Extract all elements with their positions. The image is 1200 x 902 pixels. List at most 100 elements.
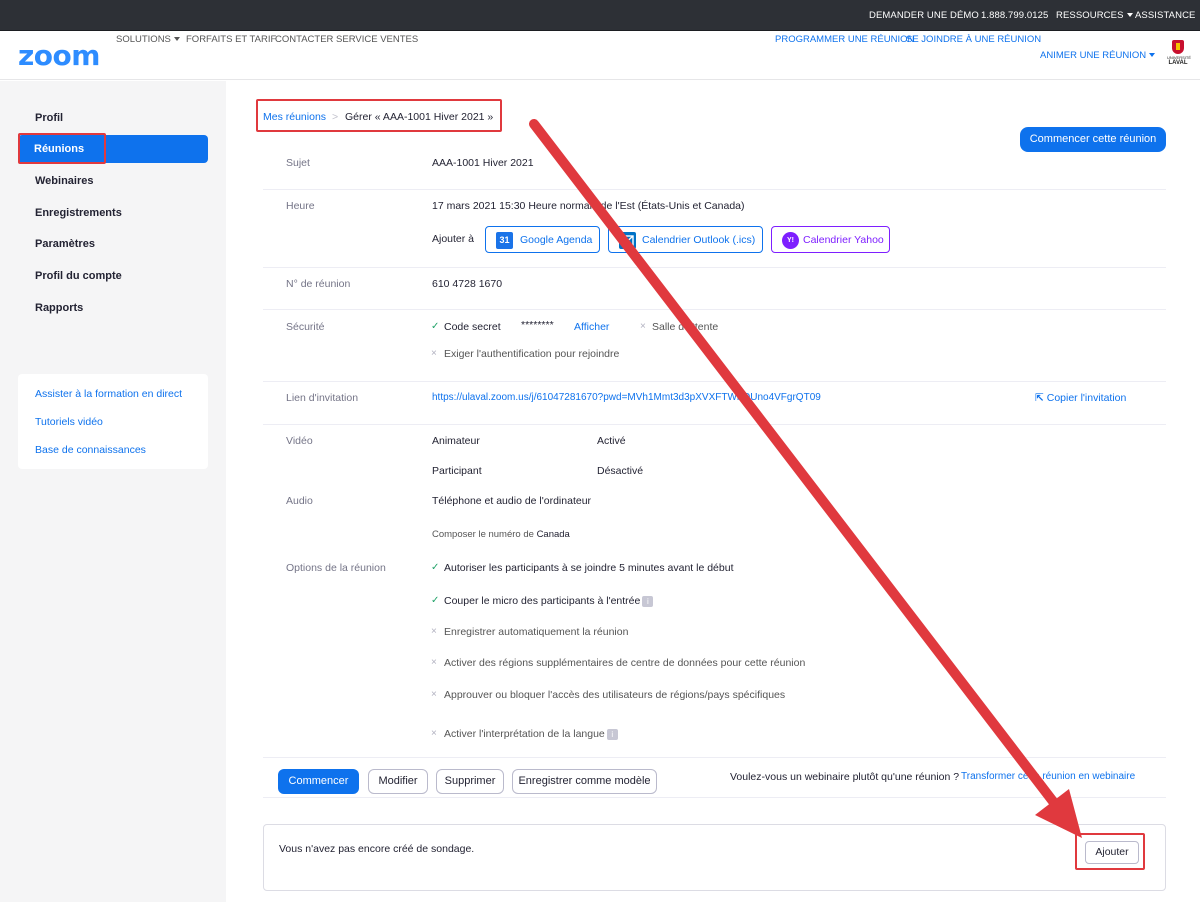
- divider: [263, 189, 1166, 190]
- sidebar-item-settings[interactable]: Paramètres: [35, 238, 95, 250]
- annotation-highlight-meetings: [18, 133, 106, 164]
- live-training-link[interactable]: Assister à la formation en direct: [35, 388, 182, 400]
- copy-invitation-link[interactable]: ⇱ Copier l'invitation: [1035, 392, 1126, 404]
- chevron-down-icon: [1149, 53, 1156, 58]
- poll-panel: Vous n'avez pas encore créé de sondage. …: [263, 824, 1166, 891]
- sidebar-item-reports[interactable]: Rapports: [35, 302, 83, 314]
- knowledge-base-link[interactable]: Base de connaissances: [35, 444, 146, 456]
- divider: [263, 381, 1166, 382]
- chevron-down-icon: [1126, 13, 1133, 18]
- info-icon[interactable]: i: [642, 595, 654, 607]
- audio-value: Téléphone et audio de l'ordinateur: [432, 495, 592, 507]
- google-calendar-label: Google Agenda: [520, 234, 593, 246]
- require-auth-label: Exiger l'authentification pour rejoindre: [444, 348, 620, 360]
- video-tutorials-link[interactable]: Tutoriels vidéo: [35, 416, 103, 428]
- yahoo-icon: Y!: [782, 232, 799, 249]
- option-auto-record: Enregistrer automatiquement la réunion: [444, 626, 629, 638]
- join-meeting-link[interactable]: SE JOINDRE À UNE RÉUNION: [906, 34, 1041, 45]
- annotation-highlight-add-button: [1075, 833, 1145, 870]
- sidebar-item-webinars[interactable]: Webinaires: [35, 175, 94, 187]
- contact-sales-link[interactable]: CONTACTER SERVICE VENTES: [275, 34, 418, 45]
- cross-icon: ×: [431, 626, 437, 637]
- meeting-id-value: 610 4728 1670: [432, 278, 503, 290]
- sidebar-item-recordings[interactable]: Enregistrements: [35, 207, 122, 219]
- divider: [263, 309, 1166, 310]
- google-calendar-button[interactable]: 31 Google Agenda: [485, 226, 600, 253]
- resources-menu[interactable]: RESSOURCES: [1056, 10, 1133, 21]
- check-icon: ✓: [431, 562, 440, 573]
- participant-video-label: Participant: [432, 465, 482, 477]
- zoom-logo[interactable]: zoom: [18, 39, 100, 72]
- option-data-center-regions: Activer des régions supplémentaires de c…: [444, 657, 806, 669]
- security-label: Sécurité: [286, 321, 325, 333]
- sidebar: [0, 81, 226, 902]
- sidebar-item-profile[interactable]: Profil: [35, 112, 63, 124]
- yahoo-calendar-label: Calendrier Yahoo: [803, 234, 884, 246]
- host-meeting-label: ANIMER UNE RÉUNION: [1040, 50, 1147, 61]
- cross-icon: ×: [431, 689, 437, 700]
- divider: [263, 797, 1166, 798]
- sidebar-item-account-profile[interactable]: Profil du compte: [35, 270, 122, 282]
- start-this-meeting-button[interactable]: Commencer cette réunion: [1020, 127, 1166, 152]
- chevron-down-icon: [173, 37, 180, 42]
- invite-url-link[interactable]: https://ulaval.zoom.us/j/61047281670?pwd…: [432, 392, 821, 403]
- webinar-question: Voulez-vous un webinaire plutôt qu'une r…: [730, 771, 960, 783]
- copy-icon: ⇱: [1035, 392, 1044, 404]
- cross-icon: ×: [431, 728, 437, 739]
- option-mute-on-entry: Couper le micro des participants à l'ent…: [444, 595, 654, 607]
- solutions-menu[interactable]: SOLUTIONS: [116, 34, 180, 45]
- help-links-panel: Assister à la formation en direct Tutori…: [18, 374, 208, 469]
- option-language-interpretation-label: Activer l'interprétation de la langue: [444, 728, 605, 740]
- ulaval-logo-line2: LAVAL: [1168, 60, 1188, 66]
- main-header: zoom SOLUTIONS FORFAITS ET TARIF CONTACT…: [0, 31, 1200, 80]
- google-calendar-icon: 31: [496, 232, 513, 249]
- cross-icon: ×: [640, 321, 646, 332]
- cross-icon: ×: [431, 348, 437, 359]
- delete-button[interactable]: Supprimer: [436, 769, 504, 794]
- meeting-id-label: N° de réunion: [286, 278, 351, 290]
- schedule-meeting-link[interactable]: PROGRAMMER UNE RÉUNION: [775, 34, 914, 45]
- save-as-template-button[interactable]: Enregistrer comme modèle: [512, 769, 657, 794]
- convert-to-webinar-link[interactable]: Transformer cette réunion en webinaire: [961, 771, 1135, 782]
- cross-icon: ×: [431, 657, 437, 668]
- participant-video-state: Désactivé: [597, 465, 644, 477]
- ulaval-logo[interactable]: UNIVERSITÉ LAVAL: [1167, 40, 1191, 70]
- outlook-calendar-button[interactable]: Calendrier Outlook (.ics): [608, 226, 763, 253]
- time-label: Heure: [286, 200, 315, 212]
- host-video-label: Animateur: [432, 435, 480, 447]
- check-icon: ✓: [431, 321, 440, 332]
- dial-in-country: Canada: [536, 529, 570, 540]
- passcode-mask: ********: [521, 319, 554, 331]
- support-link[interactable]: ASSISTANCE: [1135, 10, 1195, 21]
- outlook-calendar-label: Calendrier Outlook (.ics): [642, 234, 756, 246]
- divider: [263, 424, 1166, 425]
- request-demo-link[interactable]: DEMANDER UNE DÉMO: [869, 10, 979, 21]
- option-join-before-host: Autoriser les participants à se joindre …: [444, 562, 734, 574]
- audio-label: Audio: [286, 495, 313, 507]
- passcode-label: Code secret: [444, 321, 501, 333]
- option-language-interpretation: Activer l'interprétation de la langue i: [444, 728, 618, 740]
- edit-button[interactable]: Modifier: [368, 769, 428, 794]
- annotation-highlight-breadcrumb: [256, 99, 502, 132]
- topic-value: AAA-1001 Hiver 2021: [432, 157, 534, 169]
- plans-pricing-link[interactable]: FORFAITS ET TARIF: [186, 34, 276, 45]
- yahoo-calendar-button[interactable]: Y! Calendrier Yahoo: [771, 226, 890, 253]
- add-to-calendar-label: Ajouter à: [432, 233, 475, 245]
- dial-in-prefix: Composer le numéro de: [432, 529, 534, 540]
- divider: [263, 267, 1166, 268]
- divider: [263, 757, 1166, 758]
- waiting-room-label: Salle d'attente: [652, 321, 719, 333]
- topic-label: Sujet: [286, 157, 310, 169]
- copy-invitation-label: Copier l'invitation: [1046, 392, 1127, 404]
- host-meeting-menu[interactable]: ANIMER UNE RÉUNION: [1040, 50, 1156, 61]
- info-icon[interactable]: i: [606, 728, 618, 740]
- ulaval-crest-icon: [1172, 40, 1184, 54]
- time-value: 17 mars 2021 15:30 Heure normale de l'Es…: [432, 200, 745, 212]
- show-passcode-link[interactable]: Afficher: [574, 321, 609, 333]
- host-video-state: Activé: [597, 435, 626, 447]
- no-poll-message: Vous n'avez pas encore créé de sondage.: [279, 843, 475, 855]
- start-button[interactable]: Commencer: [278, 769, 359, 794]
- resources-label: RESSOURCES: [1056, 10, 1124, 21]
- meeting-options-label: Options de la réunion: [286, 562, 386, 574]
- phone-number[interactable]: 1.888.799.0125: [981, 10, 1048, 21]
